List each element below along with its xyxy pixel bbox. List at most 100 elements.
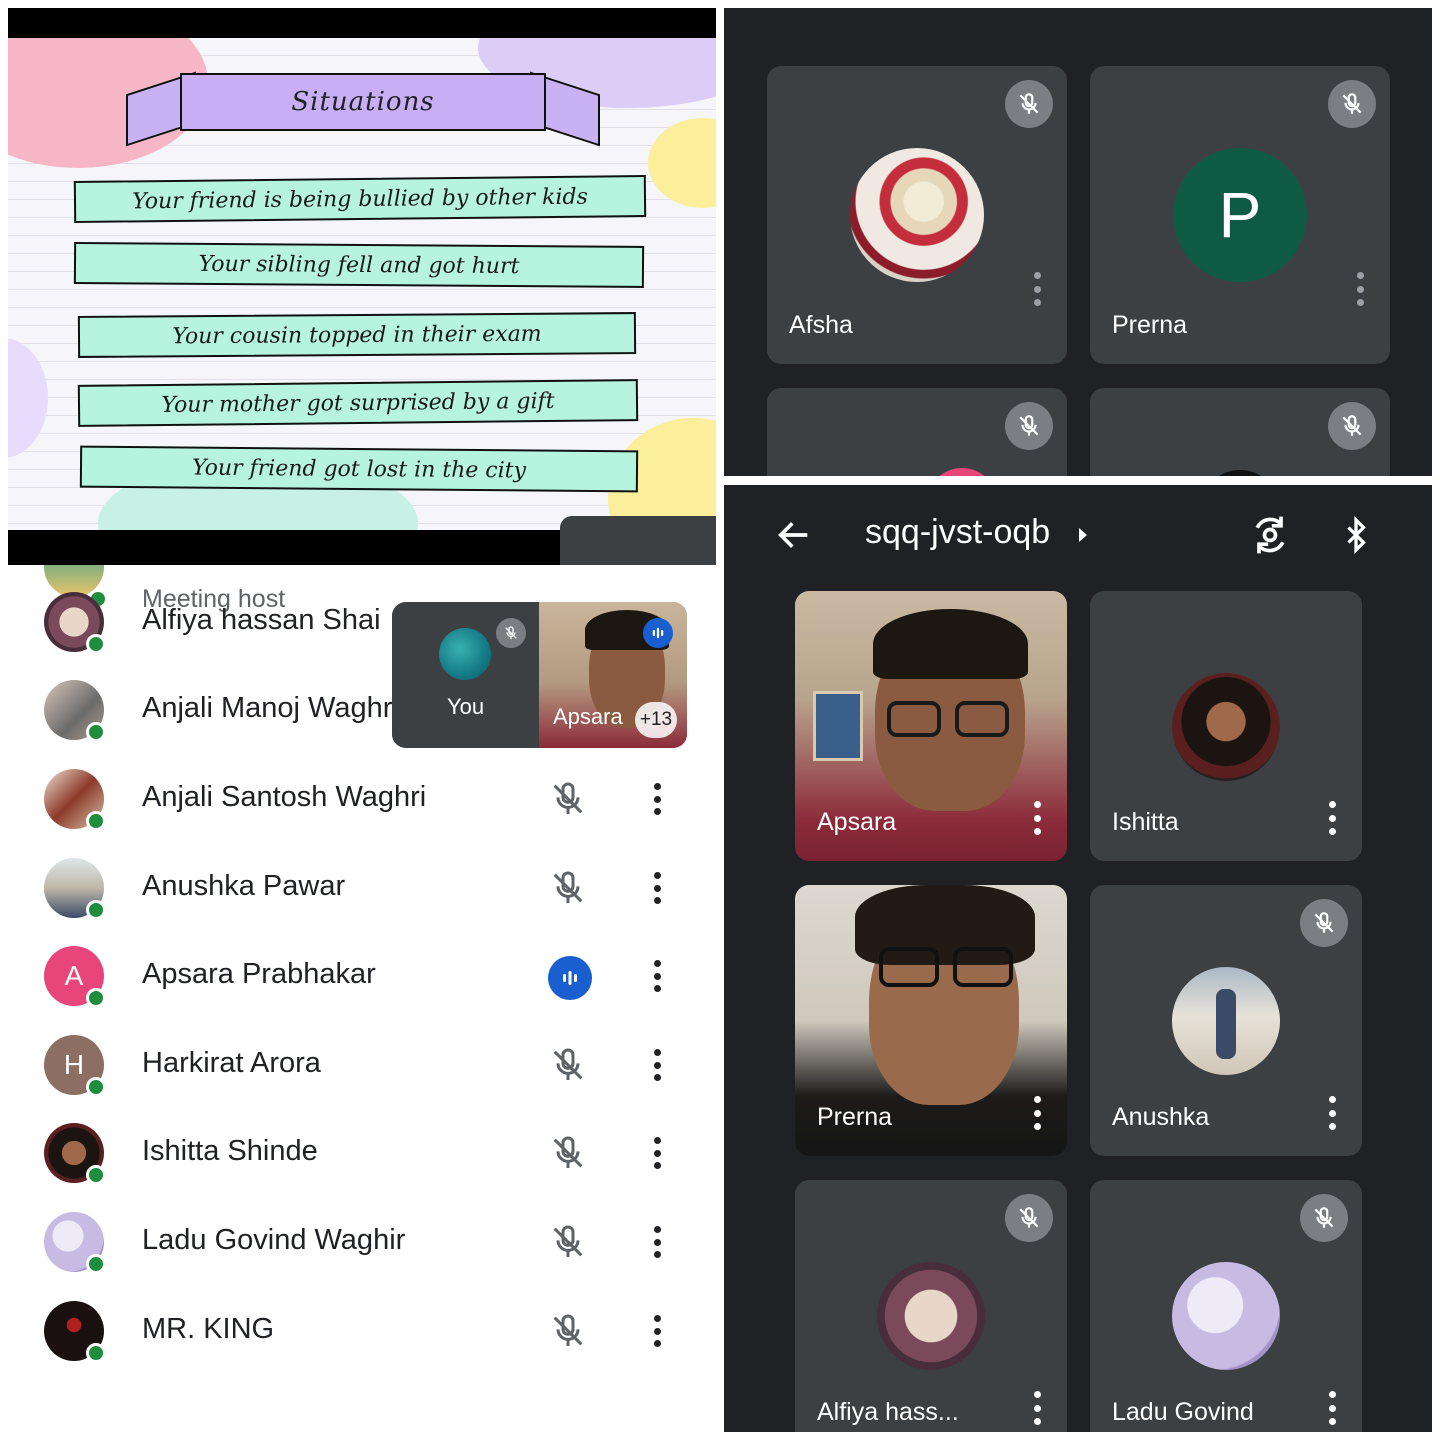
participant-name: Harkirat Arora — [142, 1047, 321, 1079]
participant-name: Ladu Govind Waghir — [142, 1224, 406, 1256]
situation-item: Your mother got surprised by a gift — [77, 379, 639, 427]
avatar: P — [1173, 148, 1307, 282]
participant-row[interactable]: Anjali Santosh Waghri — [0, 755, 716, 843]
speaking-icon — [643, 618, 673, 648]
avatar — [439, 628, 491, 680]
more-vert-icon[interactable] — [653, 1137, 661, 1169]
situation-item: Your sibling fell and got hurt — [73, 242, 645, 288]
call-view: sqq-jvst-oqb Apsara Ishitta Prerna Anush… — [724, 485, 1432, 1432]
mic-off-icon — [1005, 1194, 1053, 1242]
more-vert-icon[interactable] — [1033, 272, 1041, 306]
participant-tile[interactable]: Apsara — [795, 591, 1067, 861]
participant-tile[interactable]: Anushka — [1090, 885, 1362, 1156]
tile-name: Ladu Govind — [1112, 1398, 1254, 1426]
switch-camera-icon[interactable] — [1248, 513, 1292, 557]
participant-row[interactable]: H Harkirat Arora — [0, 1021, 716, 1109]
slide-title-banner: Situations — [180, 73, 546, 131]
participant-tile[interactable]: Ladu Govind — [1090, 1180, 1362, 1432]
avatar — [1172, 967, 1280, 1075]
tile-name: Anushka — [1112, 1103, 1210, 1131]
avatar — [877, 1262, 985, 1370]
participant-row[interactable]: A Apsara Prabhakar — [0, 932, 716, 1020]
more-vert-icon[interactable] — [653, 1049, 661, 1081]
mic-off-icon — [496, 618, 526, 648]
participant-tile[interactable]: Alfiya hass... — [795, 1180, 1067, 1432]
mic-off-icon — [548, 1311, 588, 1351]
participant-tile[interactable]: Afsha — [767, 66, 1067, 364]
situation-item: Your friend is being bullied by other ki… — [73, 175, 647, 223]
extra-participants-count[interactable]: +13 — [635, 702, 677, 738]
more-vert-icon[interactable] — [1328, 1391, 1336, 1425]
self-view-corner[interactable] — [560, 516, 716, 565]
speaking-icon — [548, 956, 592, 1000]
mic-off-icon — [548, 1133, 588, 1173]
tile-name: Ishitta — [1112, 808, 1179, 836]
self-view-pip[interactable]: You Apsara +13 — [392, 602, 687, 748]
avatar — [850, 148, 984, 282]
participant-tile[interactable]: P Prerna — [1090, 66, 1390, 364]
more-vert-icon[interactable] — [1033, 1391, 1041, 1425]
avatar — [1172, 673, 1280, 781]
avatar — [1200, 470, 1280, 476]
tile-name: Prerna — [1112, 311, 1188, 339]
mic-off-icon — [1328, 80, 1376, 128]
participant-name: Alfiya hassan Shai — [142, 604, 381, 636]
participant-name: Anjali Manoj Waghri — [142, 692, 399, 724]
mic-off-icon — [548, 779, 588, 819]
mic-off-icon — [1300, 1194, 1348, 1242]
more-vert-icon[interactable] — [653, 872, 661, 904]
more-vert-icon[interactable] — [653, 783, 661, 815]
online-status-dot — [86, 722, 106, 742]
mic-off-icon — [1328, 402, 1376, 450]
participant-tile[interactable]: Ishitta — [1090, 591, 1362, 861]
tile-name: Afsha — [789, 311, 853, 339]
more-vert-icon[interactable] — [1033, 1096, 1041, 1130]
participant-name: Anjali Santosh Waghri — [142, 781, 427, 813]
participant-name: Apsara Prabhakar — [142, 958, 376, 990]
back-arrow-icon[interactable] — [774, 515, 814, 555]
mic-off-icon — [548, 1045, 588, 1085]
participant-row[interactable]: Anushka Pawar — [0, 844, 716, 932]
online-status-dot — [86, 811, 106, 831]
more-vert-icon[interactable] — [1356, 272, 1364, 306]
online-status-dot — [86, 1343, 106, 1363]
meeting-grid-top: Afsha P Prerna — [724, 8, 1432, 476]
situation-item: Your cousin topped in their exam — [77, 312, 637, 358]
presentation-panel: Situations Your friend is being bullied … — [8, 8, 716, 565]
meeting-code[interactable]: sqq-jvst-oqb — [865, 513, 1050, 552]
chevron-right-icon[interactable] — [1076, 525, 1090, 545]
mic-off-icon — [1005, 80, 1053, 128]
tile-name: Apsara — [817, 808, 897, 836]
online-status-dot — [86, 988, 106, 1008]
slide-title: Situations — [291, 87, 435, 117]
participant-tile[interactable] — [1090, 388, 1390, 476]
participant-row[interactable]: MR. KING — [0, 1287, 716, 1375]
bluetooth-icon[interactable] — [1338, 513, 1374, 557]
more-vert-icon[interactable] — [653, 960, 661, 992]
mic-off-icon — [1005, 402, 1053, 450]
more-vert-icon[interactable] — [1033, 801, 1041, 835]
participant-name: Anushka Pawar — [142, 870, 346, 902]
participant-tile[interactable] — [767, 388, 1067, 476]
slide-canvas: Situations Your friend is being bullied … — [8, 38, 716, 530]
more-vert-icon[interactable] — [653, 1226, 661, 1258]
tile-name: Alfiya hass... — [817, 1398, 959, 1426]
participant-name: Ishitta Shinde — [142, 1135, 318, 1167]
online-status-dot — [86, 634, 106, 654]
online-status-dot — [86, 1254, 106, 1274]
more-vert-icon[interactable] — [1328, 801, 1336, 835]
more-vert-icon[interactable] — [1328, 1096, 1336, 1130]
mic-off-icon — [548, 1222, 588, 1262]
situation-item: Your friend got lost in the city — [79, 445, 639, 493]
speaker-name: Apsara — [553, 704, 623, 729]
speaker-video: Apsara +13 — [539, 602, 687, 748]
participant-row[interactable]: Ishitta Shinde — [0, 1109, 716, 1197]
avatar — [927, 468, 997, 476]
more-vert-icon[interactable] — [653, 1315, 661, 1347]
participant-tile[interactable]: Prerna — [795, 885, 1067, 1156]
online-status-dot — [86, 1077, 106, 1097]
avatar — [1172, 1262, 1280, 1370]
participant-row[interactable]: Ladu Govind Waghir — [0, 1198, 716, 1286]
online-status-dot — [86, 900, 106, 920]
online-status-dot — [86, 1165, 106, 1185]
